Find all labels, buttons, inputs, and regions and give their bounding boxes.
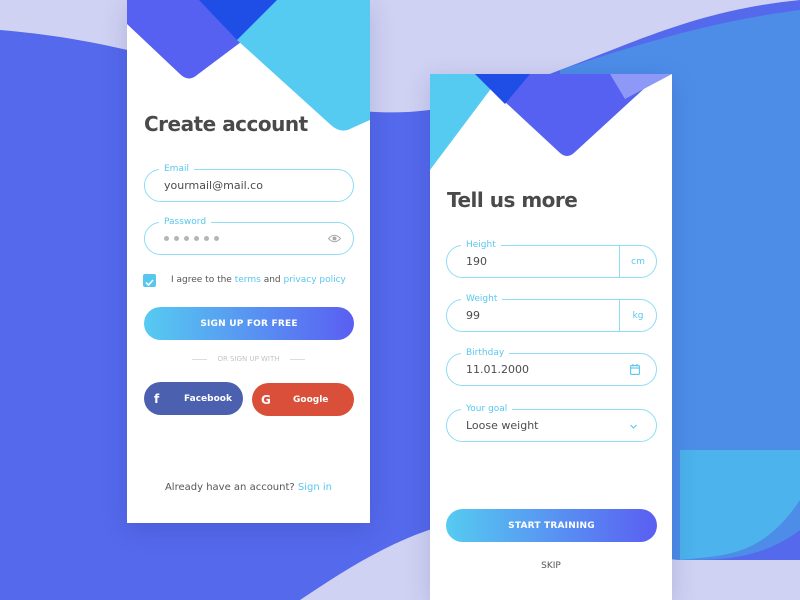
height-unit: cm (619, 246, 656, 277)
height-label: Height (461, 239, 501, 251)
google-icon: G (261, 392, 271, 407)
signin-prompt: Already have an account? Sign in (127, 482, 370, 493)
birthday-value: 11.01.2000 (466, 363, 529, 376)
facebook-icon: f (154, 391, 160, 406)
birthday-label: Birthday (461, 347, 510, 359)
divider-text: OR SIGN UP WITH (217, 355, 280, 363)
height-field[interactable]: Height 190 cm (446, 239, 657, 278)
header-decoration (430, 74, 672, 170)
terms-link[interactable]: terms (235, 275, 261, 285)
weight-label: Weight (461, 293, 503, 305)
weight-unit: kg (619, 300, 656, 331)
goal-select[interactable]: Your goal Loose weight (446, 403, 657, 442)
divider-line (289, 358, 305, 360)
divider-line (192, 358, 208, 360)
start-training-button[interactable]: START TRAINING (446, 509, 657, 542)
google-label: Google (293, 394, 329, 405)
facebook-label: Facebook (184, 393, 232, 404)
agree-middle: and (263, 275, 281, 285)
password-label: Password (159, 216, 212, 228)
facebook-button[interactable]: f Facebook (144, 382, 243, 415)
sign-in-link[interactable]: Sign in (298, 482, 332, 493)
weight-value: 99 (466, 309, 480, 322)
divider: OR SIGN UP WITH (127, 355, 370, 363)
background (0, 0, 800, 600)
create-account-card: Create account Email yourmail@mail.co Pa… (127, 0, 370, 523)
birthday-field[interactable]: Birthday 11.01.2000 (446, 347, 657, 386)
eye-icon[interactable] (328, 234, 341, 243)
password-mask (164, 236, 219, 241)
password-field[interactable]: Password (144, 216, 354, 255)
skip-link[interactable]: SKIP (430, 561, 672, 571)
privacy-policy-link[interactable]: privacy policy (284, 275, 346, 285)
goal-label: Your goal (461, 403, 513, 415)
email-field[interactable]: Email yourmail@mail.co (144, 163, 354, 202)
calendar-icon[interactable] (630, 364, 640, 375)
checkmark-icon (145, 279, 154, 287)
agree-checkbox[interactable] (143, 274, 156, 287)
email-label: Email (159, 163, 194, 175)
height-value: 190 (466, 255, 487, 268)
weight-field[interactable]: Weight 99 kg (446, 293, 657, 332)
page-title: Create account (144, 112, 308, 136)
agree-prefix: I agree to the (171, 275, 232, 285)
signin-prompt-text: Already have an account? (164, 482, 295, 493)
email-value: yourmail@mail.co (164, 179, 263, 192)
agree-text: I agree to the terms and privacy policy (171, 275, 346, 285)
sign-up-button[interactable]: SIGN UP FOR FREE (144, 307, 354, 340)
chevron-down-icon[interactable] (630, 424, 637, 429)
google-button[interactable]: G Google (252, 383, 354, 416)
page-title: Tell us more (447, 188, 578, 212)
tell-us-more-card: Tell us more Height 190 cm Weight 99 kg … (430, 74, 672, 600)
goal-value: Loose weight (466, 419, 539, 432)
